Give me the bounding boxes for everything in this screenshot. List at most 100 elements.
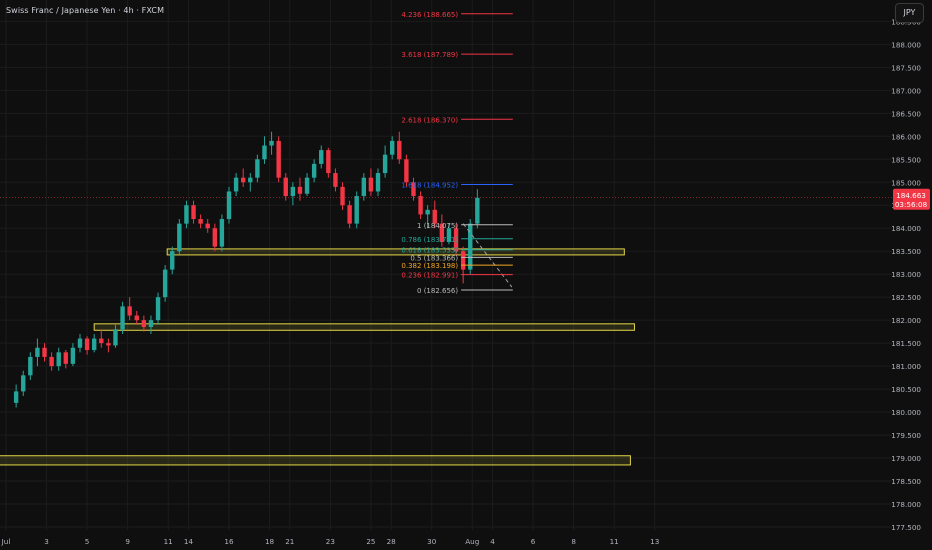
support-zone xyxy=(0,455,631,466)
candle-body xyxy=(404,159,409,183)
price-tick-label: 178.000 xyxy=(891,500,921,509)
time-tick-label: 11 xyxy=(610,537,619,546)
candle-body xyxy=(418,196,423,215)
candle-body xyxy=(162,269,168,298)
price-tick-label: 179.500 xyxy=(891,431,921,440)
candle-body xyxy=(177,223,182,252)
support-zone xyxy=(166,248,625,256)
candle-body xyxy=(170,251,175,270)
time-tick-label: 28 xyxy=(387,537,397,546)
candle-body xyxy=(425,209,430,215)
candle-body xyxy=(84,338,90,351)
price-tick-label: 187.000 xyxy=(891,86,921,95)
time-tick-label: 30 xyxy=(427,537,437,546)
candle-body xyxy=(333,173,338,187)
time-tick-label: Aug xyxy=(465,537,479,546)
fib-level-label: 0 (182.656) xyxy=(417,287,458,295)
price-tick-label: 180.500 xyxy=(891,385,921,394)
candle-body xyxy=(340,186,345,206)
candle-body xyxy=(134,315,139,321)
time-tick-label: 14 xyxy=(184,537,194,546)
candle-body xyxy=(49,356,54,367)
candle-body xyxy=(155,297,161,321)
candle-body xyxy=(148,320,154,328)
candle-body xyxy=(212,228,218,247)
candle-body xyxy=(460,251,466,270)
time-axis: Jul 3 5 9 11 14 16 18 21 23 25 28 30 Aug 4 6 8 11 13 xyxy=(1,537,660,546)
candle-body xyxy=(397,140,402,160)
fib-level-label: 3.618 (187.789) xyxy=(401,51,458,59)
candle-body xyxy=(283,177,288,197)
time-tick-label: 8 xyxy=(571,537,576,546)
price-tag-countdown: 03:56:08 xyxy=(895,200,928,209)
candle-body xyxy=(354,196,359,224)
price-tick-label: 187.500 xyxy=(891,63,921,72)
fib-level-label: 1.618 (184.952) xyxy=(401,181,458,189)
time-tick-label: 18 xyxy=(265,537,275,546)
currency-button[interactable]: JPY xyxy=(895,3,924,23)
price-tick-label: 178.500 xyxy=(891,477,921,486)
candle-body xyxy=(63,352,69,364)
last-price-tag: 184.66303:56:08 xyxy=(893,188,930,210)
price-tick-label: 182.500 xyxy=(891,293,921,302)
price-axis: 188.500188.000187.500187.000186.500186.0… xyxy=(891,17,921,532)
candle-body xyxy=(99,338,104,344)
candle-body xyxy=(475,197,480,224)
candle-body xyxy=(326,150,331,174)
candle-body xyxy=(311,163,317,178)
candle-body xyxy=(28,356,33,376)
price-tick-label: 183.000 xyxy=(891,270,921,279)
candle-body xyxy=(304,177,310,194)
candle-body xyxy=(269,140,274,146)
candle-body xyxy=(56,352,61,367)
candle-body xyxy=(226,191,232,220)
price-tick-label: 182.000 xyxy=(891,316,921,325)
price-tick-label: 181.500 xyxy=(891,339,921,348)
candle-body xyxy=(319,150,324,164)
price-tick-label: 185.500 xyxy=(891,155,921,164)
time-tick-label: 25 xyxy=(366,537,375,546)
candle-body xyxy=(70,347,76,364)
symbol-title: Swiss Franc / Japanese Yen · 4h · FXCM xyxy=(6,6,165,15)
candle-body xyxy=(382,154,388,174)
candle-body xyxy=(375,173,381,192)
candle-body xyxy=(205,223,210,229)
price-chart[interactable]: 4.236 (188.665) 3.618 (187.789) 2.618 (186… xyxy=(0,0,932,550)
price-tick-label: 186.000 xyxy=(891,132,921,141)
candle-body xyxy=(35,347,40,357)
candle-body xyxy=(141,320,147,328)
support-zones xyxy=(0,248,635,466)
candle-body xyxy=(347,205,352,224)
price-tag-value: 184.663 xyxy=(896,191,926,200)
price-tick-label: 180.000 xyxy=(891,408,921,417)
candle-body xyxy=(389,140,395,155)
candle-body xyxy=(248,177,253,183)
candle-body xyxy=(113,329,118,346)
time-tick-label: 23 xyxy=(326,537,335,546)
time-tick-label: 16 xyxy=(224,537,234,546)
candle-body xyxy=(233,177,239,192)
candle-body xyxy=(77,338,83,348)
time-tick-label: 6 xyxy=(531,537,536,546)
candle-body xyxy=(240,177,246,183)
time-tick-label: 3 xyxy=(44,537,49,546)
candle-body xyxy=(276,140,281,178)
candle-body xyxy=(127,306,132,316)
price-tick-label: 179.000 xyxy=(891,454,921,463)
candle-body xyxy=(361,177,367,197)
price-tick-label: 181.000 xyxy=(891,362,921,371)
price-tick-label: 185.000 xyxy=(891,178,921,187)
time-tick-label: 9 xyxy=(125,537,130,546)
fib-level-label: 0.382 (183.198) xyxy=(401,262,458,270)
candle-body xyxy=(297,186,303,194)
fib-level-label: 2.618 (186.370) xyxy=(401,116,458,124)
price-tick-label: 184.000 xyxy=(891,224,921,233)
fib-level-label: 1 (184.075) xyxy=(417,222,458,230)
price-tick-label: 177.500 xyxy=(891,523,921,532)
time-tick-label: 21 xyxy=(285,537,294,546)
fib-level-label: 4.236 (188.665) xyxy=(401,11,458,19)
price-tick-label: 183.500 xyxy=(891,247,921,256)
candle-body xyxy=(219,219,225,247)
candle-body xyxy=(262,145,267,160)
fib-level-label: 0.236 (182.991) xyxy=(401,272,458,280)
